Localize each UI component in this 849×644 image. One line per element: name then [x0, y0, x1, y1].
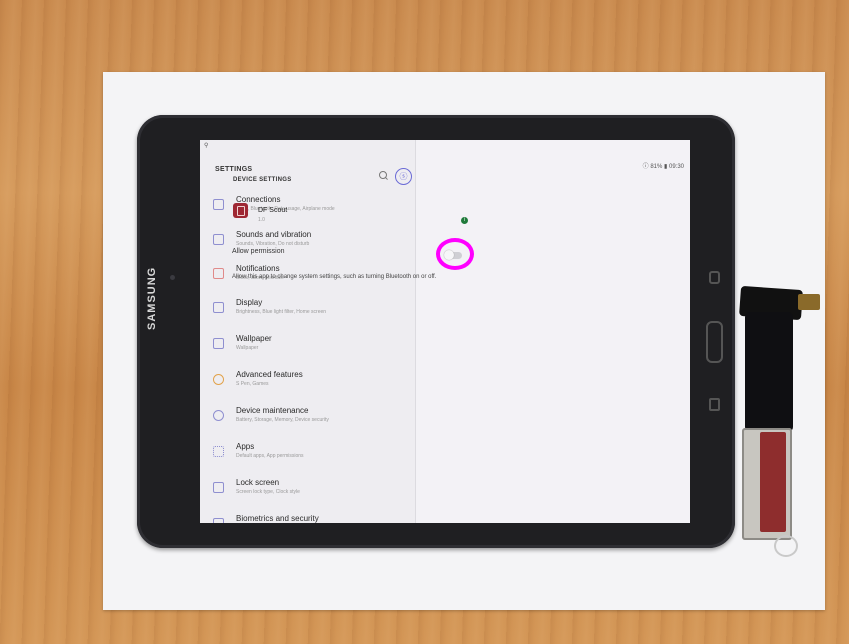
df-scout-app-icon — [233, 203, 248, 218]
usb-label-sticker — [760, 432, 786, 532]
app-name: DF Scout — [258, 207, 288, 214]
app-version: 1.0 — [258, 217, 265, 223]
allow-permission-description: Allow this app to change system settings… — [232, 274, 437, 280]
usb-dongle — [745, 312, 793, 432]
allow-permission-label: Allow permission — [232, 248, 285, 255]
keyring — [774, 535, 798, 557]
info-icon[interactable]: i — [461, 217, 468, 224]
device-settings-title: DEVICE SETTINGS — [233, 177, 292, 183]
device-settings-pane: DEVICE SETTINGS DF Scout 1.0 i Allow per… — [0, 140, 849, 523]
usb-connector — [798, 294, 820, 310]
highlight-circle — [436, 238, 474, 270]
